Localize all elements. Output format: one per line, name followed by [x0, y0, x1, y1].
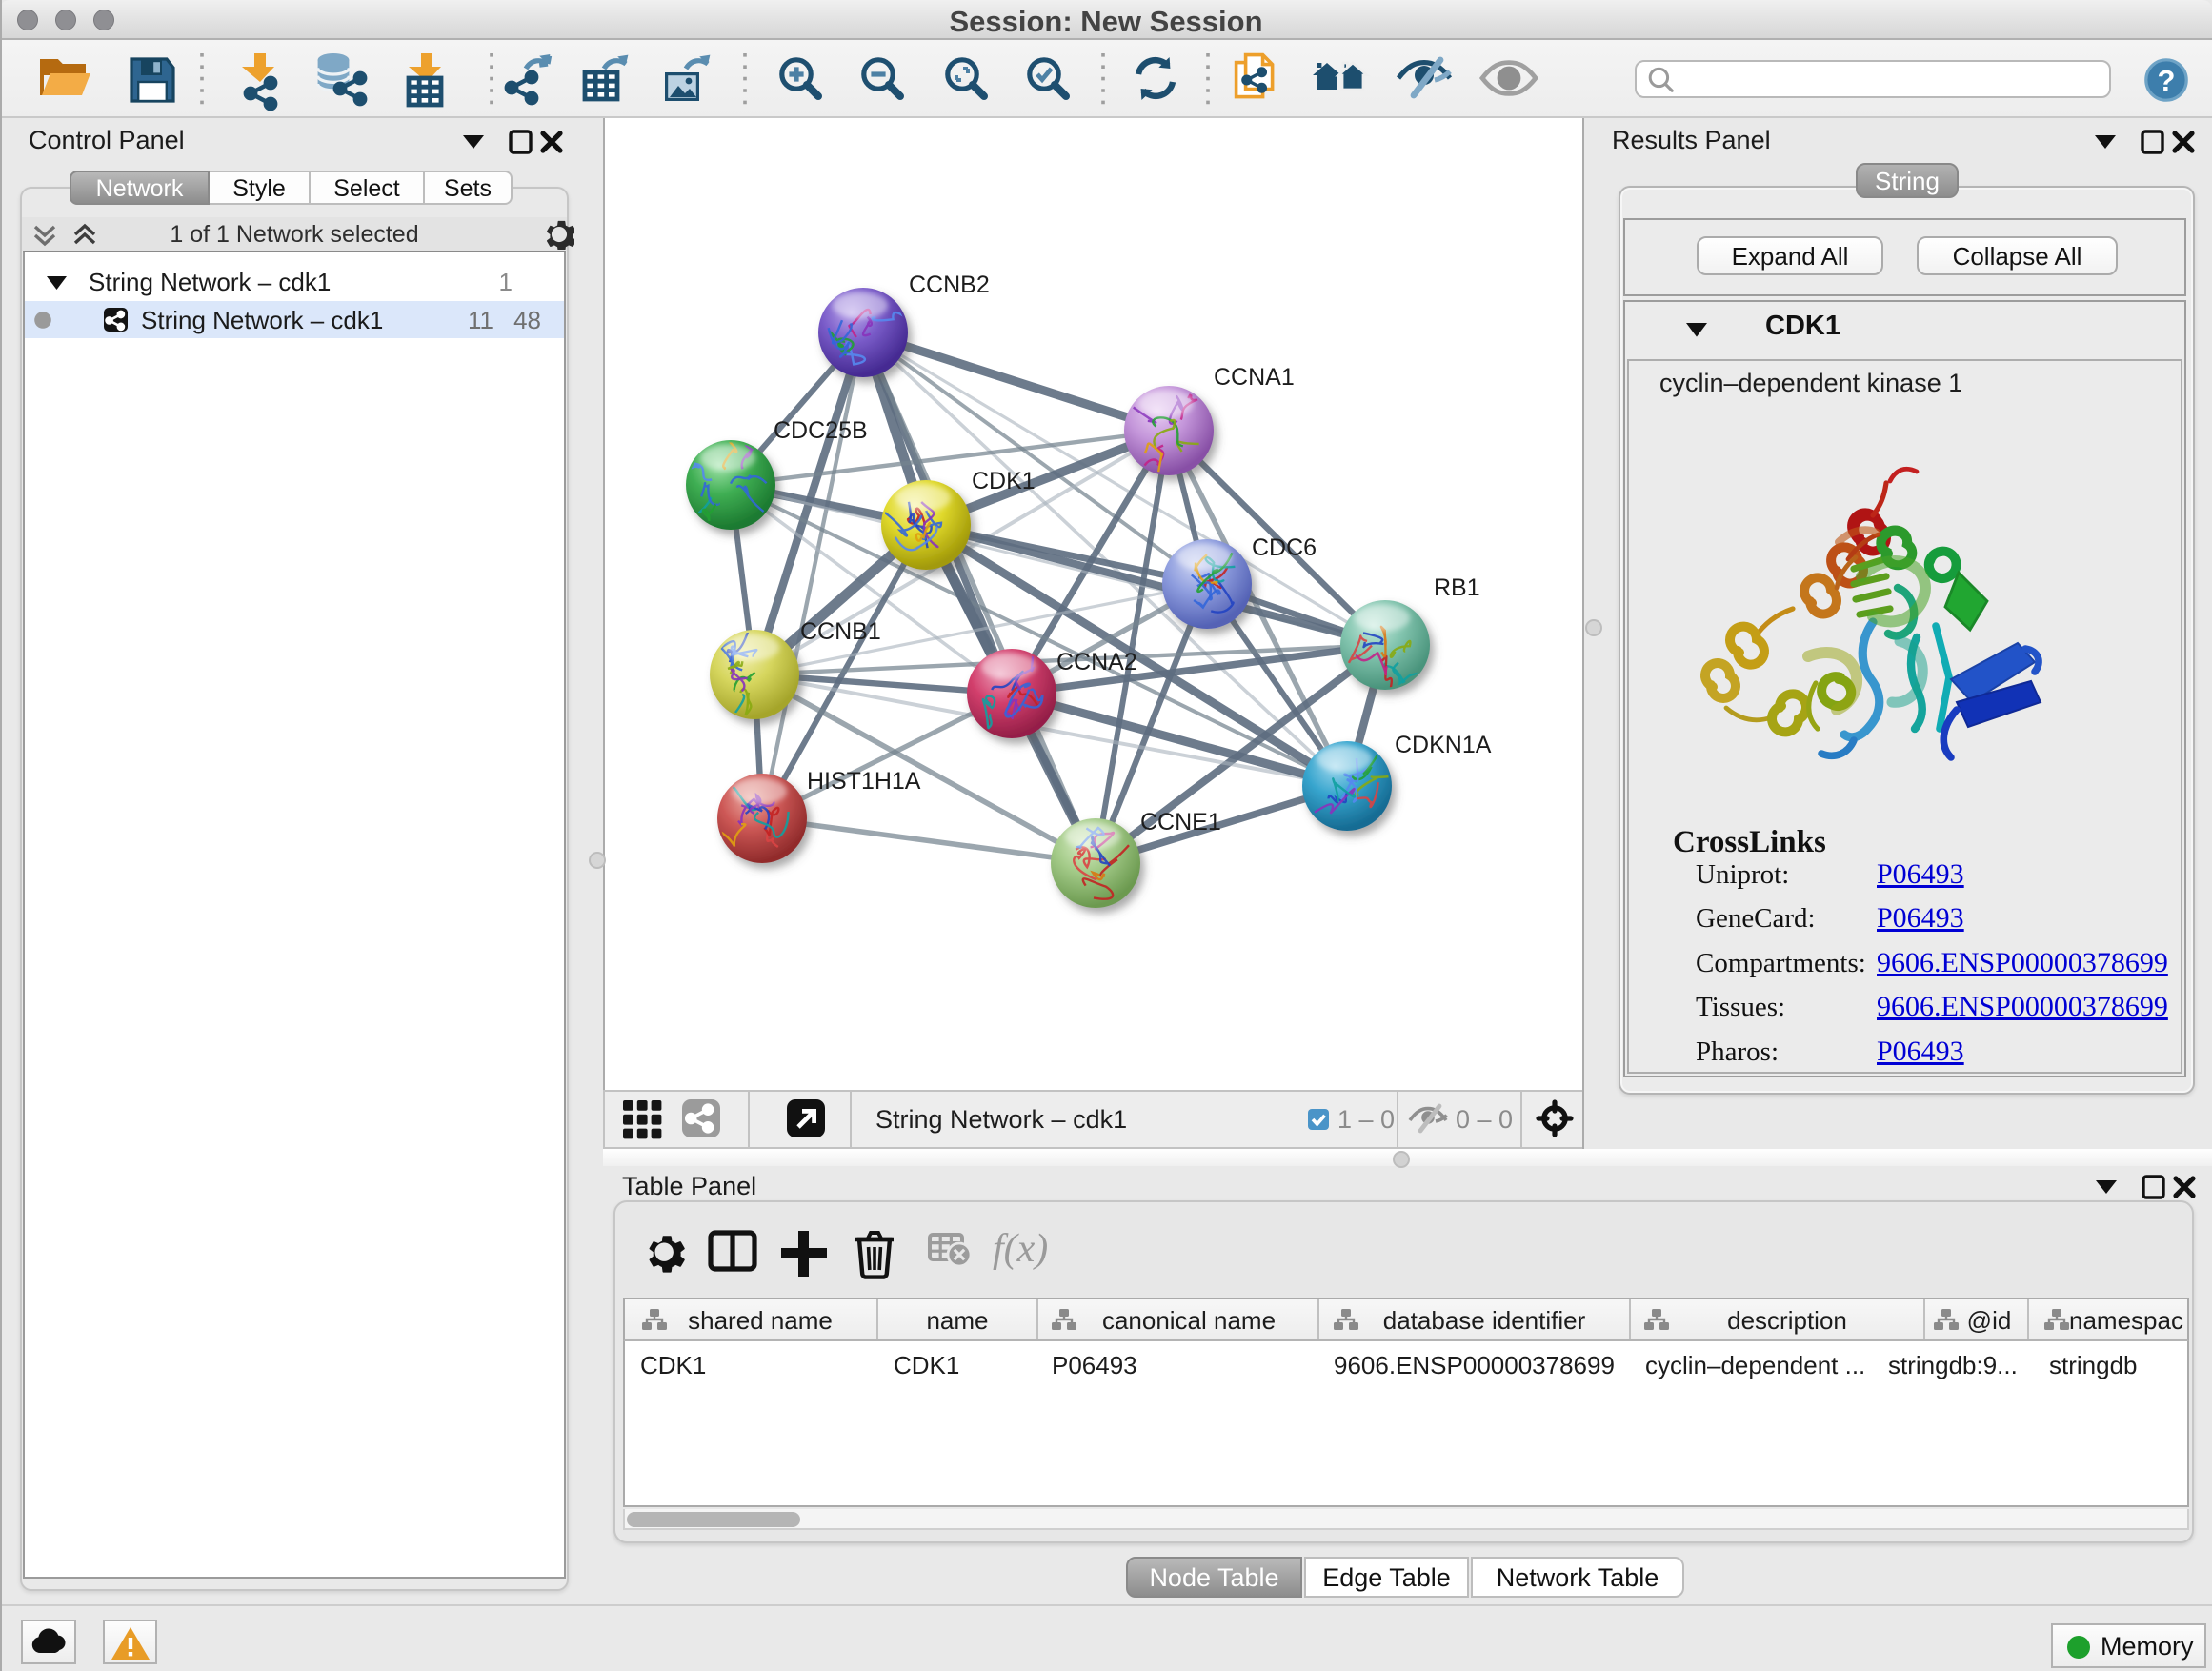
svg-text:stringdb:9...: stringdb:9... — [1888, 1351, 2018, 1379]
svg-text:description: description — [1727, 1306, 1847, 1335]
svg-text:canonical name: canonical name — [1102, 1306, 1276, 1335]
svg-text:name: name — [926, 1306, 988, 1335]
svg-text:CDKN1A: CDKN1A — [1395, 732, 1492, 758]
svg-text:0 – 0: 0 – 0 — [1456, 1105, 1513, 1134]
svg-text:CCNB1: CCNB1 — [800, 618, 881, 645]
svg-text:?: ? — [2158, 64, 2176, 97]
svg-text:1 – 0: 1 – 0 — [1337, 1105, 1395, 1134]
svg-text:String Network – cdk1: String Network – cdk1 — [875, 1105, 1127, 1134]
svg-text:RB1: RB1 — [1434, 574, 1480, 601]
svg-text:CDC25B: CDC25B — [774, 417, 868, 444]
svg-text:@id: @id — [1967, 1306, 2012, 1335]
svg-text:HIST1H1A: HIST1H1A — [807, 768, 921, 795]
svg-text:database identifier: database identifier — [1383, 1306, 1586, 1335]
svg-text:CCNA1: CCNA1 — [1214, 364, 1295, 391]
svg-text:shared name: shared name — [688, 1306, 833, 1335]
svg-text:CCNB2: CCNB2 — [909, 272, 990, 298]
svg-text:P06493: P06493 — [1052, 1351, 1137, 1379]
svg-text:CDK1: CDK1 — [972, 468, 1036, 494]
svg-text:CDK1: CDK1 — [894, 1351, 959, 1379]
svg-text:stringdb: stringdb — [2049, 1351, 2138, 1379]
svg-text:CDC6: CDC6 — [1252, 534, 1317, 561]
svg-text:CDK1: CDK1 — [640, 1351, 706, 1379]
svg-text:f(x): f(x) — [993, 1227, 1048, 1271]
svg-text:namespac: namespac — [2069, 1306, 2183, 1335]
svg-text:CCNA2: CCNA2 — [1056, 649, 1137, 675]
svg-text:9606.ENSP00000378699: 9606.ENSP00000378699 — [1334, 1351, 1615, 1379]
svg-text:CCNE1: CCNE1 — [1140, 809, 1221, 836]
svg-text:cyclin–dependent ...: cyclin–dependent ... — [1645, 1351, 1865, 1379]
